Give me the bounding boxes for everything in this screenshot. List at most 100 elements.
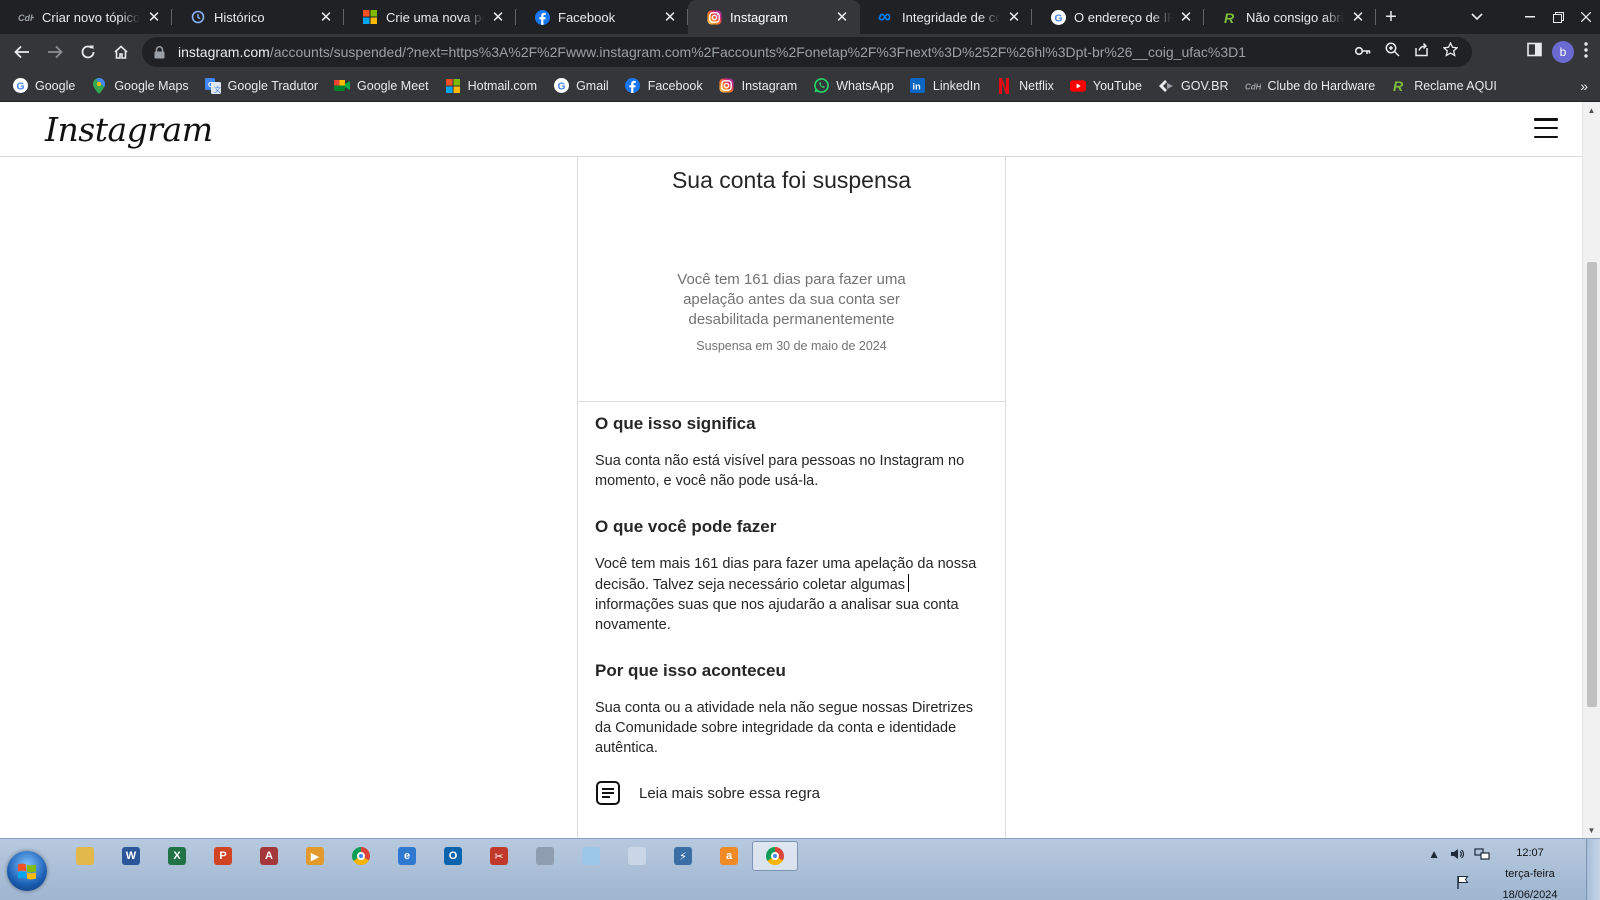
lock-icon[interactable] [152, 45, 166, 59]
close-icon[interactable]: ✕ [1178, 9, 1194, 26]
reload-button[interactable] [72, 36, 104, 68]
tab-facebook[interactable]: Facebook ✕ [516, 0, 688, 34]
speaker-icon[interactable] [1450, 847, 1465, 864]
taskbar-app-avast[interactable]: a [706, 841, 752, 871]
show-desktop-button[interactable] [1586, 839, 1600, 900]
tab-historico[interactable]: Histórico ✕ [172, 0, 344, 34]
bookmark-facebook[interactable]: Facebook [625, 78, 703, 94]
close-icon[interactable]: ✕ [490, 9, 506, 26]
hamburger-menu-icon[interactable] [1534, 118, 1558, 138]
bookmark-google-tradutor[interactable]: G 文 Google Tradutor [204, 77, 318, 94]
taskbar-app-media-player[interactable]: ▶ [292, 841, 338, 871]
bookmark-google-maps[interactable]: Google Maps [91, 77, 189, 94]
tab-title: O endereço de IP que [1074, 9, 1172, 25]
bookmark-google[interactable]: G Google [12, 78, 75, 94]
chevron-down-icon [1471, 13, 1483, 21]
bookmark-clube-do-hardware[interactable]: CdH Clube do Hardware [1245, 78, 1376, 94]
bookmark-reclame-aqui[interactable]: R Reclame AQUI [1391, 78, 1497, 94]
section-body-why: Sua conta ou a atividade nela não segue … [595, 700, 974, 756]
taskbar-app-powerpoint[interactable]: P [200, 841, 246, 871]
tab-search-button[interactable] [1462, 10, 1492, 24]
star-icon[interactable] [1442, 41, 1459, 62]
instagram-logo[interactable]: Instagram [45, 110, 213, 149]
bookmark-youtube[interactable]: YouTube [1069, 78, 1142, 94]
new-tab-button[interactable]: + [1376, 0, 1406, 34]
taskbar-app-snipping-tool[interactable]: ✂ [476, 841, 522, 871]
action-center-flag-icon[interactable] [1456, 875, 1470, 892]
clock-time: 12:07 [1516, 847, 1544, 859]
network-icon[interactable] [1474, 847, 1490, 864]
browser-tab-strip: CdH Criar novo tópico - C ✕ Histórico ✕ … [0, 0, 1600, 34]
bookmark-govbr[interactable]: GOV.BR [1158, 78, 1229, 94]
svg-text:CdH: CdH [1245, 82, 1261, 90]
zoom-icon[interactable] [1385, 42, 1400, 62]
bookmark-linkedin[interactable]: in LinkedIn [910, 78, 980, 94]
bookmark-hotmail[interactable]: Hotmail.com [445, 78, 537, 94]
taskbar-app-network-tool[interactable] [522, 841, 568, 871]
svg-text:G: G [1054, 13, 1062, 24]
taskbar-app-word[interactable]: W [108, 841, 154, 871]
scroll-up-arrow-icon[interactable]: ▲ [1583, 102, 1600, 118]
media-player-icon: ▶ [306, 847, 324, 865]
clube-hardware-icon: CdH [18, 9, 34, 25]
taskbar-app-access[interactable]: A [246, 841, 292, 871]
tab-integridade[interactable]: Integridade de conta ✕ [860, 0, 1032, 34]
key-icon[interactable] [1354, 43, 1371, 61]
history-icon [190, 9, 206, 25]
close-icon[interactable]: ✕ [662, 9, 678, 26]
forward-button[interactable] [39, 36, 71, 68]
taskbar-app-outlook[interactable]: O [430, 841, 476, 871]
access-icon: A [260, 847, 278, 865]
close-window-button[interactable] [1572, 7, 1600, 27]
microsoft-icon [362, 9, 378, 25]
start-button[interactable] [7, 851, 47, 891]
close-icon[interactable]: ✕ [1006, 9, 1022, 26]
home-icon [114, 45, 128, 59]
close-icon[interactable]: ✕ [146, 9, 162, 26]
taskbar-app-document[interactable] [614, 841, 660, 871]
bookmark-instagram[interactable]: Instagram [719, 78, 797, 94]
menu-kebab-icon[interactable] [1584, 41, 1588, 63]
minimize-button[interactable] [1516, 7, 1544, 27]
scrollbar-thumb[interactable] [1587, 262, 1597, 707]
tab-reclame-aqui[interactable]: R Não consigo abrir um ✕ [1204, 0, 1376, 34]
back-button[interactable] [6, 36, 38, 68]
windows-taskbar: W X P A ▶ e O ✂ ⚡ a ▲ 12:07 terça-feira 18/06/202… [0, 838, 1600, 900]
address-bar[interactable]: instagram.com/accounts/suspended/?next=h… [142, 37, 1472, 67]
snipping-tool-icon: ✂ [490, 847, 508, 865]
taskbar-app-chrome[interactable] [338, 841, 384, 871]
taskbar-app-excel[interactable]: X [154, 841, 200, 871]
profile-avatar[interactable]: b [1552, 41, 1574, 63]
taskbar-app-notepad[interactable] [568, 841, 614, 871]
tab-endereco-ip[interactable]: G O endereço de IP que ✕ [1032, 0, 1204, 34]
close-icon[interactable]: ✕ [1350, 9, 1366, 26]
bookmarks-overflow-icon[interactable]: » [1580, 78, 1588, 94]
bookmark-whatsapp[interactable]: WhatsApp [813, 78, 894, 94]
taskbar-app-internet-explorer[interactable]: e [384, 841, 430, 871]
bookmark-gmail[interactable]: G Gmail [553, 78, 609, 94]
page-scrollbar[interactable]: ▲ ▼ [1582, 102, 1600, 838]
system-clock[interactable]: 12:07 terça-feira 18/06/2024 [1490, 843, 1570, 900]
restore-button[interactable] [1544, 7, 1572, 27]
taskbar-app-power[interactable]: ⚡ [660, 841, 706, 871]
taskbar-app-file-explorer[interactable] [62, 841, 108, 871]
bookmark-netflix[interactable]: Netflix [996, 77, 1054, 94]
linkedin-icon: in [910, 78, 926, 94]
scroll-down-arrow-icon[interactable]: ▼ [1583, 822, 1600, 838]
home-button[interactable] [105, 36, 137, 68]
side-panel-icon[interactable] [1527, 42, 1542, 62]
bookmark-google-meet[interactable]: Google Meet [334, 78, 429, 94]
tray-expand-icon[interactable]: ▲ [1428, 847, 1440, 864]
url-text[interactable]: instagram.com/accounts/suspended/?next=h… [178, 44, 1355, 60]
taskbar-app-chrome[interactable] [752, 841, 798, 871]
close-icon[interactable]: ✕ [834, 9, 850, 26]
taskbar-apps: W X P A ▶ e O ✂ ⚡ a [62, 841, 798, 871]
close-icon[interactable]: ✕ [318, 9, 334, 26]
svg-text:CdH: CdH [18, 13, 34, 22]
share-icon[interactable] [1414, 42, 1429, 62]
tab-crie-pergunta[interactable]: Crie uma nova pergunta ✕ [344, 0, 516, 34]
tab-criar-topico[interactable]: CdH Criar novo tópico - C ✕ [0, 0, 172, 34]
read-more-link[interactable]: Leia mais sobre essa regra [595, 780, 988, 806]
reclame-aqui-icon: R [1391, 78, 1407, 94]
tab-instagram[interactable]: Instagram ✕ [688, 0, 860, 34]
